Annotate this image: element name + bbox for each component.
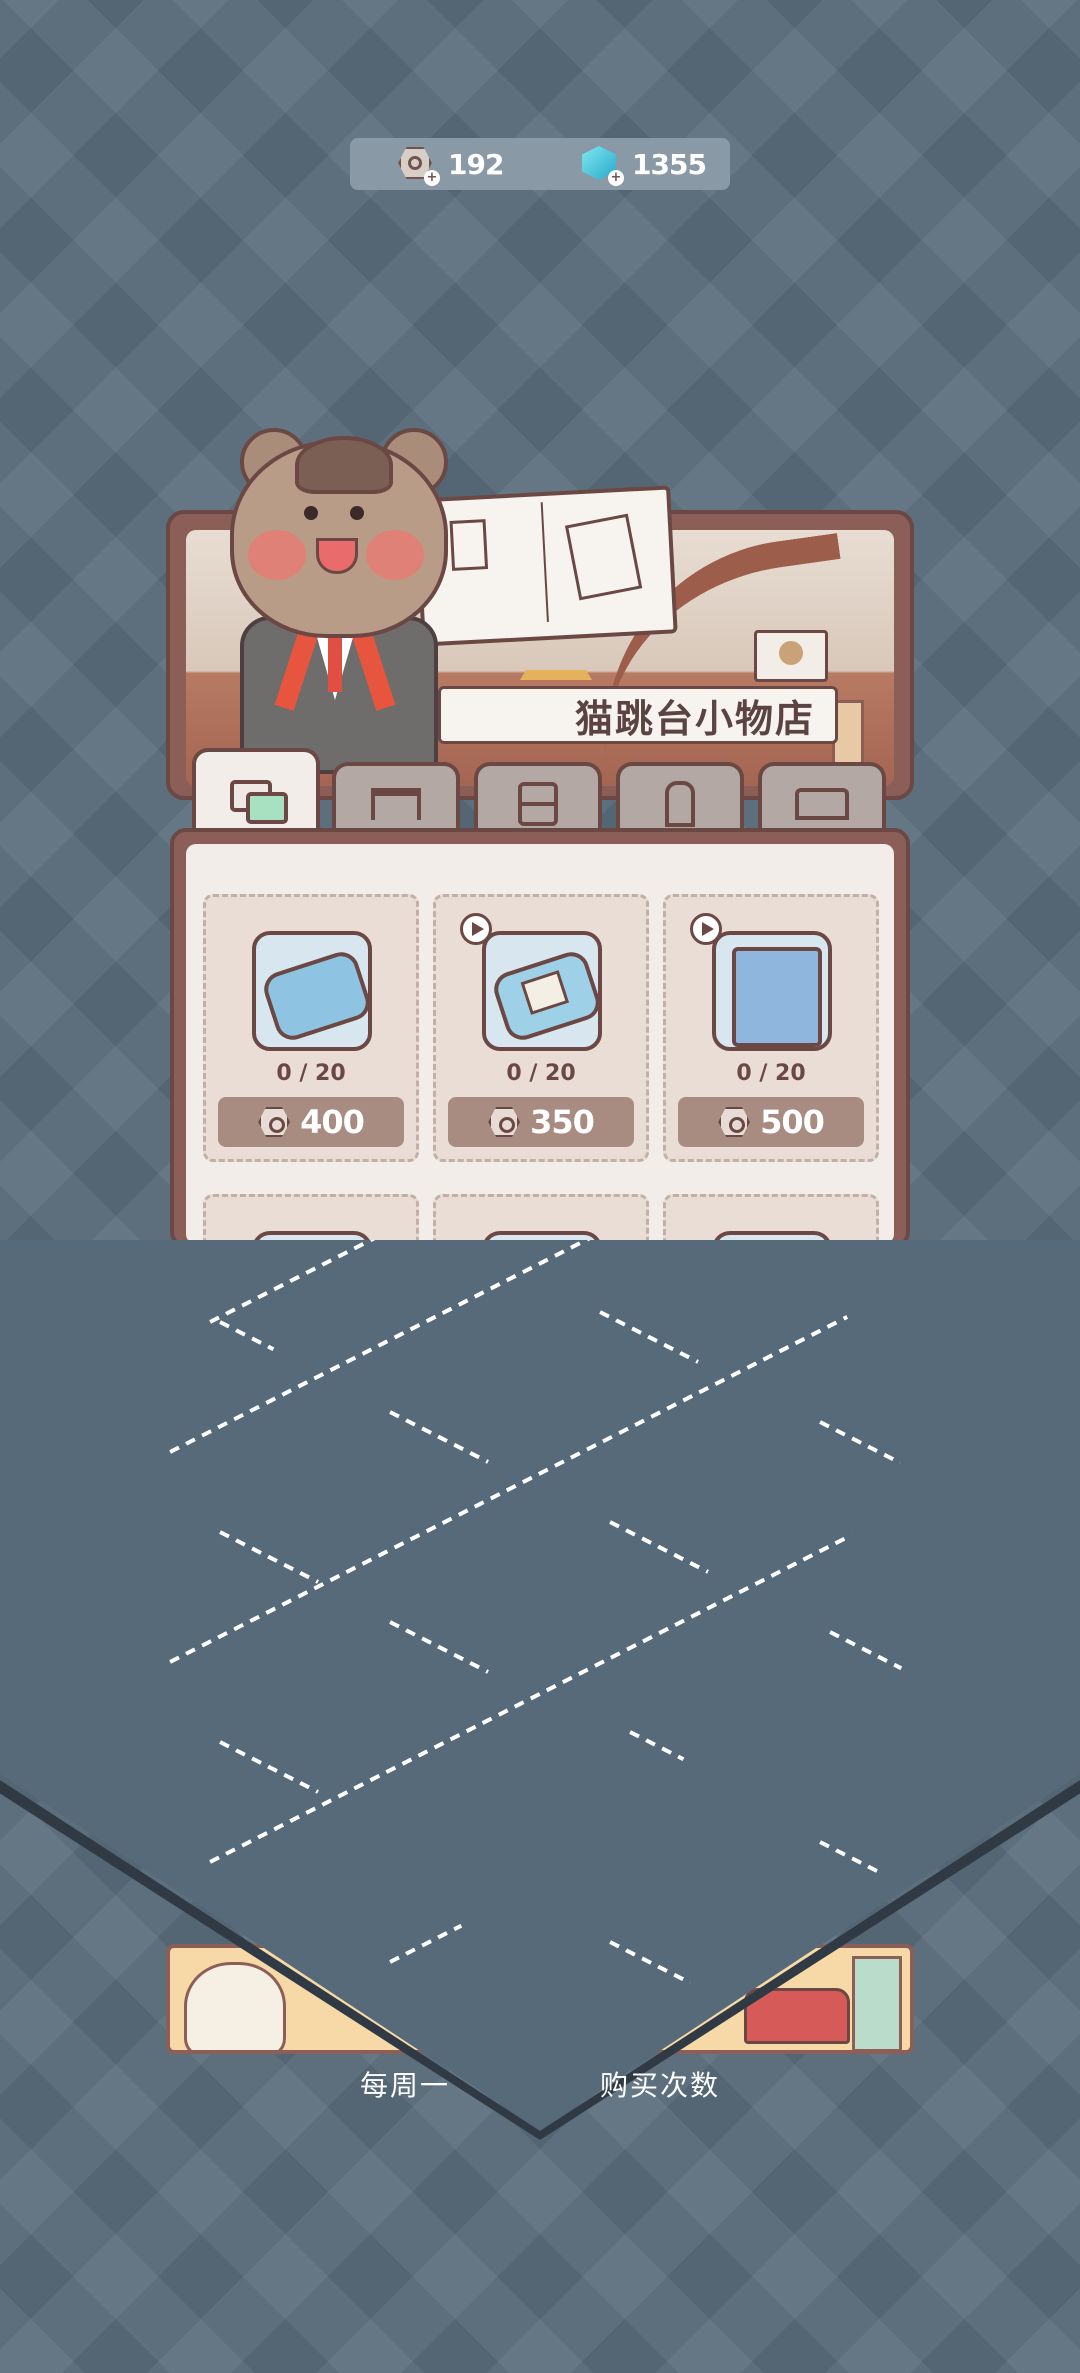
plus-icon: + xyxy=(424,170,440,186)
shopkeeper-mascot xyxy=(200,420,470,774)
gem-counter[interactable]: + 1355 xyxy=(582,144,707,186)
curtain-bed-icon xyxy=(712,931,832,1051)
coin-icon xyxy=(488,1106,521,1138)
refresh-text-tail: 购买次数 xyxy=(600,2069,721,2102)
weekly-refresh-text: 每周一 购买次数 xyxy=(0,2064,1080,2104)
coin-value: 192 xyxy=(448,147,504,181)
pillow-bed-icon xyxy=(482,931,602,1051)
shop-item-card-partial[interactable] xyxy=(663,1194,879,1244)
cards-icon xyxy=(230,780,288,824)
coin-icon xyxy=(258,1106,291,1138)
item-price: 500 xyxy=(760,1103,825,1141)
shop-panel: 0 / 20 400 0 / 20 350 0 / 20 500 xyxy=(170,828,910,1248)
table-icon xyxy=(371,788,421,820)
buy-button[interactable]: 350 xyxy=(448,1097,634,1147)
small-sign-icon xyxy=(754,630,828,682)
coin-counter[interactable]: + 192 xyxy=(398,144,504,186)
play-video-icon[interactable] xyxy=(690,913,722,945)
shop-item-card[interactable]: 0 / 20 350 xyxy=(433,894,649,1162)
isometric-floor xyxy=(0,1240,1080,2130)
item-grid: 0 / 20 400 0 / 20 350 0 / 20 500 xyxy=(186,844,894,1244)
bathtub-icon xyxy=(252,931,372,1051)
shop-name: 猫跳台小物店 xyxy=(574,696,815,741)
coin-hex-icon: + xyxy=(398,146,440,186)
shop-item-card[interactable]: 0 / 20 500 xyxy=(663,894,879,1162)
shop-item-card-partial[interactable] xyxy=(433,1194,649,1244)
refresh-text-head: 每周一 xyxy=(359,2069,450,2102)
item-stock: 0 / 20 xyxy=(506,1061,576,1086)
item-stock: 0 / 20 xyxy=(736,1061,806,1086)
door-illustration xyxy=(852,1956,902,2050)
play-video-icon[interactable] xyxy=(460,913,492,945)
plus-icon: + xyxy=(608,170,624,186)
buy-button[interactable]: 500 xyxy=(678,1097,864,1147)
shop-item-card-partial[interactable] xyxy=(203,1194,419,1244)
shop-name-plate: 猫跳台小物店 xyxy=(438,686,838,744)
item-price: 350 xyxy=(530,1103,595,1141)
item-stock: 0 / 20 xyxy=(276,1061,346,1086)
cabinet-icon xyxy=(518,782,558,826)
shop-item-card[interactable]: 0 / 20 400 xyxy=(203,894,419,1162)
cat-illustration xyxy=(184,1962,286,2050)
chair-icon xyxy=(665,781,695,827)
gem-hex-icon: + xyxy=(582,146,624,186)
bed-icon xyxy=(795,788,849,820)
coin-icon xyxy=(718,1106,751,1138)
item-price: 400 xyxy=(300,1103,365,1141)
gem-value: 1355 xyxy=(632,147,707,181)
buy-button[interactable]: 400 xyxy=(218,1097,404,1147)
easel-stand xyxy=(520,620,592,680)
currency-bar: + 192 + 1355 xyxy=(350,138,730,190)
